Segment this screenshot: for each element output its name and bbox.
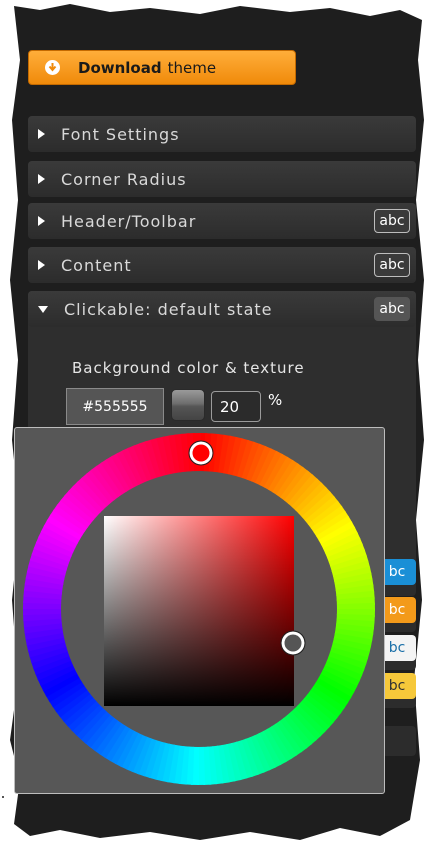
color-picker-graphics	[23, 433, 375, 785]
color-selector-handle[interactable]	[281, 631, 305, 655]
hue-selector-handle[interactable]	[189, 441, 213, 465]
saturation-value-overlay	[104, 516, 294, 706]
